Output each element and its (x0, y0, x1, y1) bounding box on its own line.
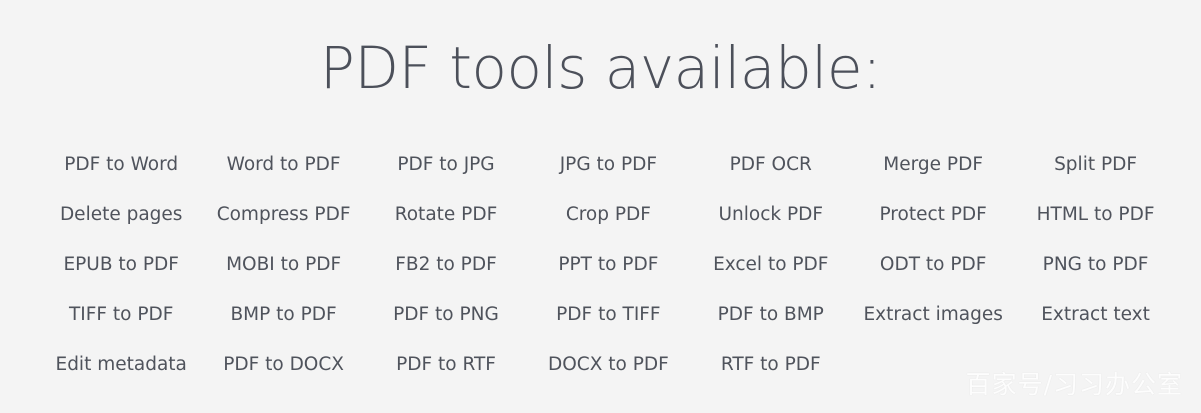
tool-link-unlock-pdf[interactable]: Unlock PDF (690, 190, 852, 240)
tool-link-pdf-to-jpg[interactable]: PDF to JPG (365, 140, 527, 190)
tool-link-ppt-to-pdf[interactable]: PPT to PDF (527, 240, 689, 290)
tool-link-epub-to-pdf[interactable]: EPUB to PDF (40, 240, 202, 290)
tool-link-odt-to-pdf[interactable]: ODT to PDF (852, 240, 1014, 290)
tool-link-rtf-to-pdf[interactable]: RTF to PDF (690, 339, 852, 389)
tool-link-extract-images[interactable]: Extract images (852, 289, 1014, 339)
tool-link-protect-pdf[interactable]: Protect PDF (852, 190, 1014, 240)
tool-link-extract-text[interactable]: Extract text (1014, 289, 1176, 339)
watermark: 百家号/习习办公室 (965, 370, 1183, 399)
tools-grid: PDF to Word Word to PDF PDF to JPG JPG t… (40, 140, 1177, 389)
tool-link-split-pdf[interactable]: Split PDF (1014, 140, 1176, 190)
tool-link-pdf-to-bmp[interactable]: PDF to BMP (690, 289, 852, 339)
tool-link-crop-pdf[interactable]: Crop PDF (527, 190, 689, 240)
tool-link-html-to-pdf[interactable]: HTML to PDF (1014, 190, 1176, 240)
tool-link-bmp-to-pdf[interactable]: BMP to PDF (202, 289, 364, 339)
tool-link-pdf-to-rtf[interactable]: PDF to RTF (365, 339, 527, 389)
tool-link-excel-to-pdf[interactable]: Excel to PDF (690, 240, 852, 290)
tool-link-pdf-to-docx[interactable]: PDF to DOCX (202, 339, 364, 389)
tool-link-word-to-pdf[interactable]: Word to PDF (202, 140, 364, 190)
tool-link-delete-pages[interactable]: Delete pages (40, 190, 202, 240)
tool-link-mobi-to-pdf[interactable]: MOBI to PDF (202, 240, 364, 290)
tool-link-pdf-to-word[interactable]: PDF to Word (40, 140, 202, 190)
tool-link-jpg-to-pdf[interactable]: JPG to PDF (527, 140, 689, 190)
tool-link-rotate-pdf[interactable]: Rotate PDF (365, 190, 527, 240)
tool-link-pdf-to-png[interactable]: PDF to PNG (365, 289, 527, 339)
tool-link-pdf-to-tiff[interactable]: PDF to TIFF (527, 289, 689, 339)
tool-link-pdf-ocr[interactable]: PDF OCR (690, 140, 852, 190)
tools-page: PDF tools available: PDF to Word Word to… (0, 0, 1201, 413)
tool-link-png-to-pdf[interactable]: PNG to PDF (1014, 240, 1176, 290)
tool-link-tiff-to-pdf[interactable]: TIFF to PDF (40, 289, 202, 339)
tool-link-merge-pdf[interactable]: Merge PDF (852, 140, 1014, 190)
page-title: PDF tools available: (319, 34, 882, 102)
tool-link-compress-pdf[interactable]: Compress PDF (202, 190, 364, 240)
tool-link-edit-metadata[interactable]: Edit metadata (40, 339, 202, 389)
tool-link-fb2-to-pdf[interactable]: FB2 to PDF (365, 240, 527, 290)
tool-link-docx-to-pdf[interactable]: DOCX to PDF (527, 339, 689, 389)
